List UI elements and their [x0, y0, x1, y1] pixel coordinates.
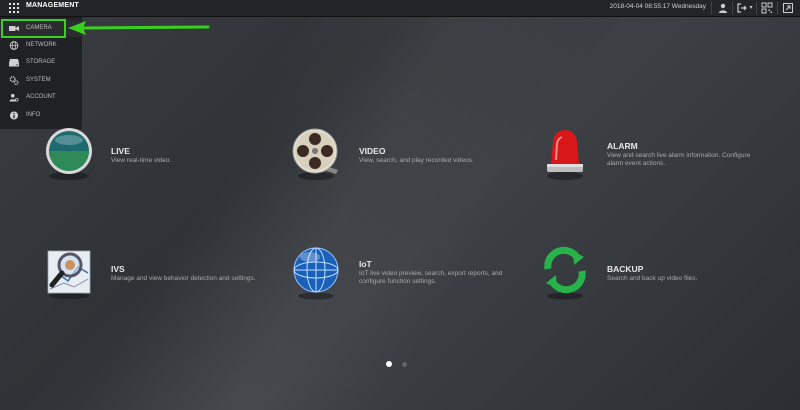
camera-highlight-box [1, 19, 66, 38]
tile-title: IVS [111, 264, 125, 274]
tile-live[interactable]: LIVE View real-time video. [44, 126, 244, 186]
page-title: MANAGEMENT [26, 2, 79, 9]
menu-item-account[interactable]: ACCOUNT [0, 89, 82, 106]
menu-item-label: NETWORK [26, 42, 57, 48]
menu-item-info[interactable]: INFO [0, 107, 82, 124]
globe-icon [9, 41, 19, 50]
ivs-magnifier-icon [47, 250, 91, 299]
menu-item-storage[interactable]: STORAGE [0, 54, 82, 71]
system-datetime: 2018-04-04 08:55:17 Wednesday [609, 3, 706, 10]
menu-item-label: ACCOUNT [26, 94, 56, 100]
live-globe-icon [46, 128, 92, 180]
menu-item-label: STORAGE [26, 59, 56, 65]
menu-item-network[interactable]: NETWORK [0, 37, 82, 54]
qr-code-icon[interactable] [761, 2, 773, 14]
tile-alarm[interactable]: ALARM View and search live alarm informa… [540, 126, 760, 186]
tile-ivs[interactable]: IVS Manage and view behavior detection a… [44, 245, 274, 305]
tile-title: ALARM [607, 141, 638, 151]
menu-item-system[interactable]: SYSTEM [0, 72, 82, 89]
tile-description: Manage and view behavior detection and s… [111, 275, 256, 282]
main-menu-grid-icon[interactable] [9, 3, 19, 13]
tile-backup[interactable]: BACKUP Search and back up video files. [540, 245, 760, 305]
gears-icon [9, 76, 19, 85]
tile-description: Search and back up video files. [607, 275, 698, 282]
page-dot-2[interactable] [402, 361, 407, 367]
tile-description: View and search live alarm information. … [607, 152, 751, 167]
film-reel-icon [292, 128, 338, 180]
tile-description: View, search, and play recorded videos. [359, 157, 474, 164]
iot-globe-icon [293, 247, 339, 300]
alarm-siren-icon [547, 130, 583, 180]
user-icon[interactable] [717, 2, 729, 14]
tile-title: VIDEO [359, 146, 386, 156]
menu-item-label: INFO [26, 112, 41, 118]
background [0, 0, 800, 410]
top-bar: MANAGEMENT 2018-04-04 08:55:17 Wednesday… [0, 0, 800, 17]
tile-description: View real-time video. [111, 157, 172, 164]
tile-title: BACKUP [607, 264, 644, 274]
annotation-arrow-icon [68, 21, 210, 35]
page-indicator [386, 361, 412, 369]
storage-icon [9, 59, 19, 67]
user-gear-icon [9, 93, 19, 102]
tile-video[interactable]: VIDEO View, search, and play recorded vi… [292, 126, 512, 186]
tile-title: IoT [359, 259, 372, 269]
tile-iot[interactable]: IoT IoT live video preview, search, expo… [292, 245, 522, 305]
tile-title: LIVE [111, 146, 130, 156]
fullscreen-icon[interactable] [782, 2, 794, 14]
backup-sync-icon [544, 246, 586, 300]
menu-item-label: SYSTEM [26, 77, 51, 83]
page-dot-1[interactable] [386, 361, 392, 367]
tile-description: IoT live video preview, search, export r… [359, 270, 503, 285]
info-icon [9, 111, 19, 120]
